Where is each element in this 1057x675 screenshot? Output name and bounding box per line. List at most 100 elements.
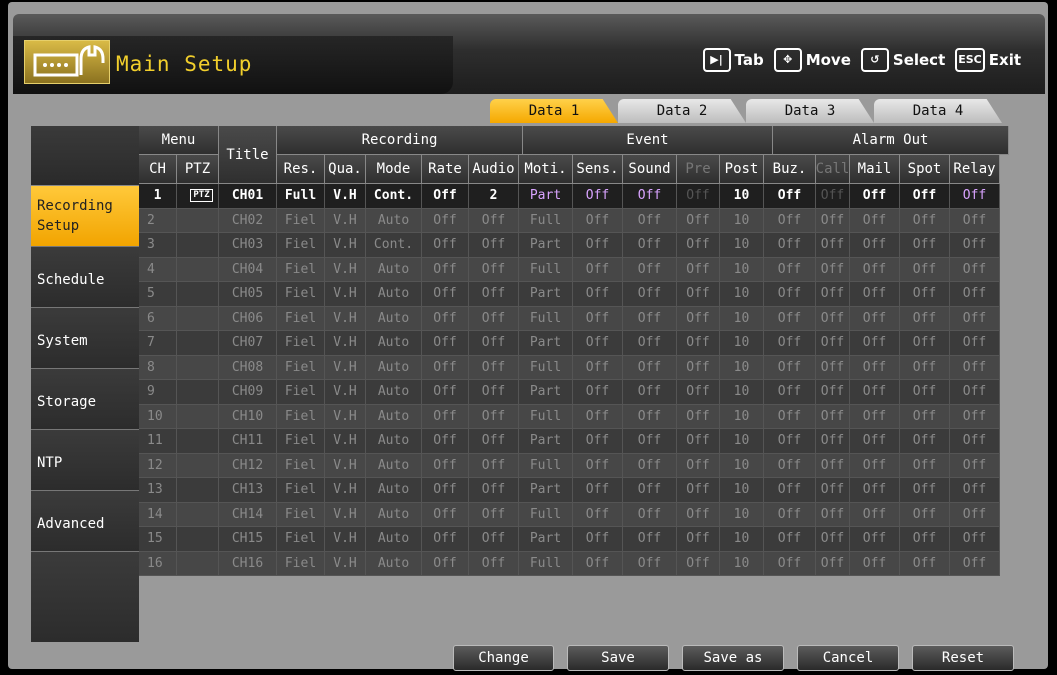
cell-ch[interactable]: 8	[139, 355, 177, 380]
cell-qua[interactable]: V.H	[325, 306, 366, 331]
cell-call[interactable]: Off	[816, 478, 850, 503]
cell-pre[interactable]: Off	[677, 429, 720, 454]
cell-sound[interactable]: Off	[623, 429, 677, 454]
cell-spot[interactable]: Off	[900, 404, 950, 429]
cell-moti[interactable]: Full	[519, 551, 573, 576]
sidebar-item-advanced[interactable]: Advanced	[31, 491, 139, 552]
cell-pre[interactable]: Off	[677, 453, 720, 478]
cell-res[interactable]: Fiel	[277, 453, 325, 478]
cell-post[interactable]: 10	[720, 429, 764, 454]
cell-qua[interactable]: V.H	[325, 429, 366, 454]
table-row[interactable]: 4 CH04 Fiel V.H Auto Off Off Full Off Off Off 10 Off…	[139, 257, 1009, 282]
sidebar-item-recording-setup[interactable]: Recording Setup	[31, 186, 139, 247]
cell-rate[interactable]: Off	[422, 551, 469, 576]
cell-relay[interactable]: Off	[950, 208, 1000, 233]
cell-buz[interactable]: Off	[764, 233, 816, 258]
cell-audio[interactable]: Off	[469, 257, 519, 282]
cell-sens[interactable]: Off	[573, 551, 623, 576]
cell-spot[interactable]: Off	[900, 551, 950, 576]
table-row[interactable]: 3 CH03 Fiel V.H Cont. Off Off Part Off Off Off 10 Of…	[139, 233, 1009, 258]
cell-qua[interactable]: V.H	[325, 331, 366, 356]
cell-moti[interactable]: Full	[519, 502, 573, 527]
cell-ptz[interactable]	[177, 355, 219, 380]
cell-moti[interactable]: Part	[519, 380, 573, 405]
cell-sound[interactable]: Off	[623, 502, 677, 527]
cell-relay[interactable]: Off	[950, 282, 1000, 307]
cell-call[interactable]: Off	[816, 233, 850, 258]
cell-rate[interactable]: Off	[422, 184, 469, 209]
cell-call[interactable]: Off	[816, 331, 850, 356]
table-row[interactable]: 10 CH10 Fiel V.H Auto Off Off Full Off Off Off 10 Of…	[139, 404, 1009, 429]
cell-spot[interactable]: Off	[900, 502, 950, 527]
table-row[interactable]: 2 CH02 Fiel V.H Auto Off Off Full Off Off Off 10 Off…	[139, 208, 1009, 233]
cell-moti[interactable]: Part	[519, 233, 573, 258]
cell-call[interactable]: Off	[816, 551, 850, 576]
cell-mode[interactable]: Auto	[366, 404, 422, 429]
cell-mail[interactable]: Off	[850, 453, 900, 478]
cell-sound[interactable]: Off	[623, 404, 677, 429]
cell-post[interactable]: 10	[720, 527, 764, 552]
cell-mail[interactable]: Off	[850, 282, 900, 307]
table-row[interactable]: 14 CH14 Fiel V.H Auto Off Off Full Off Off Off 10 Of…	[139, 502, 1009, 527]
cell-qua[interactable]: V.H	[325, 233, 366, 258]
cell-call[interactable]: Off	[816, 257, 850, 282]
cell-ch[interactable]: 3	[139, 233, 177, 258]
cell-ptz[interactable]	[177, 429, 219, 454]
cell-call[interactable]: Off	[816, 502, 850, 527]
cell-sens[interactable]: Off	[573, 453, 623, 478]
cell-moti[interactable]: Full	[519, 404, 573, 429]
cell-ch[interactable]: 7	[139, 331, 177, 356]
table-row[interactable]: 15 CH15 Fiel V.H Auto Off Off Part Off Off Off 10 Of…	[139, 527, 1009, 552]
cell-title[interactable]: CH09	[219, 380, 277, 405]
cell-res[interactable]: Fiel	[277, 527, 325, 552]
cell-ptz[interactable]	[177, 282, 219, 307]
cell-call[interactable]: Off	[816, 355, 850, 380]
cell-spot[interactable]: Off	[900, 355, 950, 380]
cell-spot[interactable]: Off	[900, 453, 950, 478]
reset-button[interactable]: Reset	[912, 645, 1014, 671]
cell-buz[interactable]: Off	[764, 551, 816, 576]
cell-buz[interactable]: Off	[764, 355, 816, 380]
cell-relay[interactable]: Off	[950, 502, 1000, 527]
cell-post[interactable]: 10	[720, 502, 764, 527]
cell-res[interactable]: Fiel	[277, 551, 325, 576]
cell-relay[interactable]: Off	[950, 257, 1000, 282]
cell-buz[interactable]: Off	[764, 453, 816, 478]
cell-call[interactable]: Off	[816, 184, 850, 209]
cell-mode[interactable]: Cont.	[366, 233, 422, 258]
cell-mail[interactable]: Off	[850, 331, 900, 356]
cell-buz[interactable]: Off	[764, 527, 816, 552]
cell-mode[interactable]: Auto	[366, 355, 422, 380]
cancel-button[interactable]: Cancel	[797, 645, 899, 671]
cell-qua[interactable]: V.H	[325, 478, 366, 503]
cell-buz[interactable]: Off	[764, 429, 816, 454]
cell-ptz[interactable]	[177, 257, 219, 282]
cell-post[interactable]: 10	[720, 306, 764, 331]
cell-res[interactable]: Fiel	[277, 355, 325, 380]
cell-sens[interactable]: Off	[573, 184, 623, 209]
cell-ptz[interactable]	[177, 331, 219, 356]
cell-mode[interactable]: Auto	[366, 502, 422, 527]
cell-moti[interactable]: Full	[519, 355, 573, 380]
cell-audio[interactable]: Off	[469, 282, 519, 307]
cell-moti[interactable]: Part	[519, 478, 573, 503]
sidebar-item-schedule[interactable]: Schedule	[31, 247, 139, 308]
cell-pre[interactable]: Off	[677, 404, 720, 429]
cell-pre[interactable]: Off	[677, 208, 720, 233]
cell-mode[interactable]: Auto	[366, 306, 422, 331]
cell-post[interactable]: 10	[720, 453, 764, 478]
cell-sound[interactable]: Off	[623, 478, 677, 503]
cell-qua[interactable]: V.H	[325, 257, 366, 282]
cell-post[interactable]: 10	[720, 208, 764, 233]
cell-rate[interactable]: Off	[422, 208, 469, 233]
cell-relay[interactable]: Off	[950, 404, 1000, 429]
cell-pre[interactable]: Off	[677, 355, 720, 380]
cell-rate[interactable]: Off	[422, 527, 469, 552]
cell-spot[interactable]: Off	[900, 331, 950, 356]
cell-call[interactable]: Off	[816, 208, 850, 233]
cell-audio[interactable]: 2	[469, 184, 519, 209]
cell-qua[interactable]: V.H	[325, 453, 366, 478]
cell-ch[interactable]: 9	[139, 380, 177, 405]
cell-rate[interactable]: Off	[422, 282, 469, 307]
cell-call[interactable]: Off	[816, 282, 850, 307]
